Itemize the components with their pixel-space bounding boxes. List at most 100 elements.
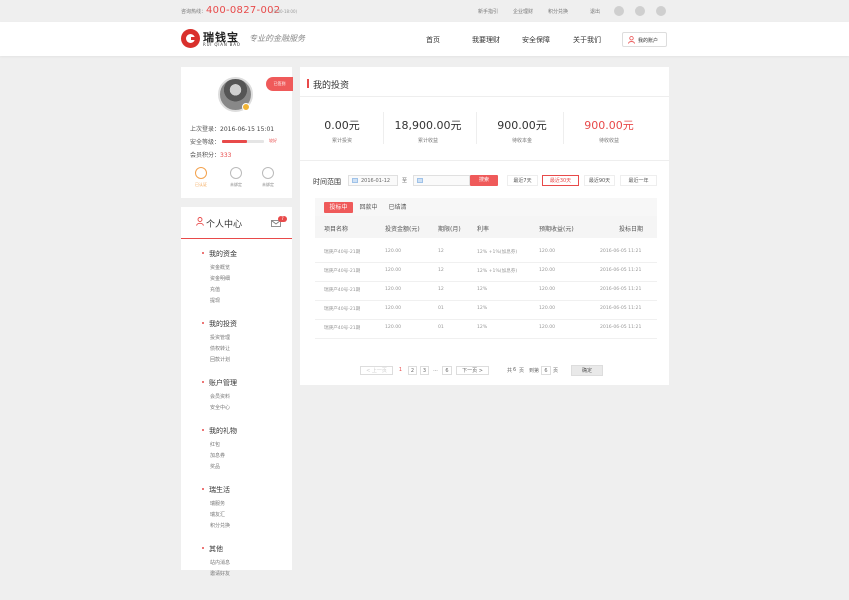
sidebar-item[interactable]: 投资管理	[210, 334, 230, 341]
sidebar-group-title[interactable]: 其他	[209, 544, 223, 554]
my-account-button[interactable]: 我的账户	[622, 32, 667, 47]
nav-home[interactable]: 首页	[426, 35, 440, 45]
sidebar-item[interactable]: 红包	[210, 441, 220, 448]
page-3[interactable]: 3	[420, 366, 429, 375]
sidebar-item[interactable]: 积分兑换	[210, 522, 230, 529]
sidebar-item[interactable]: 回款计划	[210, 356, 230, 363]
stat-divider	[476, 112, 477, 144]
divider	[300, 96, 669, 97]
sidebar-group-title[interactable]: 我的资金	[209, 249, 237, 259]
table-row-divider	[315, 319, 657, 320]
table-row-divider	[315, 338, 657, 339]
table-cell: 2016-06-05 11:21	[600, 268, 642, 273]
total-pages: 6	[513, 367, 517, 373]
sidebar-item[interactable]: 资金明细	[210, 275, 230, 282]
calendar-icon	[417, 178, 423, 183]
quick-range-7d[interactable]: 最近7天	[507, 175, 538, 186]
email-icon[interactable]	[262, 167, 274, 179]
table-row-divider	[315, 262, 657, 263]
page-2[interactable]: 2	[408, 366, 417, 375]
security-level-text: 较好	[269, 138, 277, 143]
stat-pending-earnings-value: 900.00元	[584, 119, 634, 132]
table-cell: 12	[438, 287, 444, 292]
goto-prefix: 到第	[529, 368, 540, 374]
link-enterprise-finance[interactable]: 企业理财	[513, 8, 533, 15]
nav-security[interactable]: 安全保障	[522, 35, 550, 45]
page-1[interactable]: 1	[396, 366, 405, 375]
logo-subtext: RUI QIAN BAO	[203, 42, 241, 47]
table-cell: 12	[438, 268, 444, 273]
tab-repaying[interactable]: 回款中	[355, 202, 382, 213]
member-points: 会员积分：333	[190, 152, 232, 159]
security-level-fill	[222, 140, 248, 143]
sidebar-title: 个人中心	[206, 220, 243, 230]
hotline-label: 咨询热线：	[181, 9, 207, 15]
sidebar-item[interactable]: 会员资料	[210, 393, 230, 400]
tab-bidding[interactable]: 投标中	[324, 202, 353, 213]
sidebar-item[interactable]: 奖品	[210, 463, 220, 470]
column-header-project: 项目名称	[324, 226, 349, 233]
start-date-input[interactable]: 2016-01-12	[348, 175, 398, 186]
sidebar-group-title[interactable]: 我的投资	[209, 319, 237, 329]
page-ellipsis: ...	[431, 366, 440, 375]
end-date-input[interactable]	[413, 175, 470, 186]
nav-about[interactable]: 关于我们	[573, 35, 601, 45]
stat-pending-earnings-label: 待收收益	[598, 138, 619, 144]
sidebar-item[interactable]: 安全中心	[210, 404, 230, 411]
user-icon[interactable]	[656, 6, 666, 16]
sidebar-item[interactable]: 提现	[210, 297, 220, 304]
table-cell: 瑞庚产40号-21期	[324, 326, 361, 331]
total-prefix: 共	[507, 368, 513, 374]
table-cell: 01	[438, 306, 444, 311]
divider	[300, 160, 669, 161]
wechat-icon[interactable]	[635, 6, 645, 16]
date-to-label: 至	[402, 178, 408, 184]
logo-icon[interactable]	[181, 29, 200, 48]
tab-settled[interactable]: 已结清	[384, 202, 411, 213]
site-header: 瑞钱宝 RUI QIAN BAO 专业的金融服务 首页 我要理财 安全保障 关于…	[0, 22, 849, 56]
badge-label-verified: 已认证	[195, 182, 207, 187]
quick-range-90d[interactable]: 最近90天	[584, 175, 615, 186]
sidebar-item[interactable]: 瑞服务	[210, 500, 225, 507]
bank-card-icon[interactable]	[230, 167, 242, 179]
goto-page-input[interactable]: 6	[541, 366, 551, 375]
table-cell: 120.00	[539, 249, 556, 254]
table-cell: 12%	[477, 325, 488, 330]
link-newbie-guide[interactable]: 新手指引	[478, 8, 498, 15]
next-page-button[interactable]: 下一页 >	[456, 366, 489, 375]
prev-page-button[interactable]: < 上一页	[360, 366, 393, 375]
table-cell: 120.00	[385, 325, 402, 330]
total-suffix: 页	[519, 368, 525, 374]
sidebar-group-title[interactable]: 我的礼物	[209, 426, 237, 436]
stat-total-invest-label: 累计投资	[331, 138, 352, 144]
table-cell: 12% +1%(加息券)	[477, 269, 518, 274]
link-logout[interactable]: 退出	[590, 8, 600, 15]
sidebar-group-title[interactable]: 瑞生活	[209, 485, 230, 495]
goto-confirm-button[interactable]: 确定	[571, 365, 603, 376]
hotline-number: 400-0827-002	[206, 5, 281, 16]
menu-bullet	[202, 429, 204, 431]
sidebar-group-title[interactable]: 账户管理	[209, 378, 237, 388]
verified-icon[interactable]	[195, 167, 207, 179]
sidebar-item[interactable]: 充值	[210, 286, 220, 293]
quick-range-1y[interactable]: 最近一年	[620, 175, 657, 186]
badge-label-bank: 未绑定	[230, 182, 242, 187]
column-header-amount: 投资金额(元)	[385, 226, 420, 233]
sidebar-item[interactable]: 债权转让	[210, 345, 230, 352]
weibo-icon[interactable]	[614, 6, 624, 16]
sidebar-item[interactable]: 瑞友汇	[210, 511, 225, 518]
sidebar-item[interactable]: 邀请好友	[210, 570, 230, 577]
nav-invest[interactable]: 我要理财	[472, 35, 500, 45]
time-range-label: 时间范围	[313, 178, 341, 186]
link-points-exchange[interactable]: 积分兑换	[548, 8, 568, 15]
search-button[interactable]: 搜索	[470, 175, 498, 186]
sidebar-item[interactable]: 站内消息	[210, 559, 230, 566]
column-header-date: 投标日期	[619, 226, 644, 233]
table-cell: 瑞庚产40号-21期	[324, 250, 361, 255]
page-6[interactable]: 6	[442, 366, 452, 375]
sidebar-item[interactable]: 资金概览	[210, 264, 230, 271]
checkin-button[interactable]: 已签到	[266, 77, 293, 91]
sidebar-item[interactable]: 加息券	[210, 452, 225, 459]
quick-range-30d[interactable]: 最近30天	[542, 175, 579, 186]
table-cell: 2016-06-05 11:21	[600, 287, 642, 292]
